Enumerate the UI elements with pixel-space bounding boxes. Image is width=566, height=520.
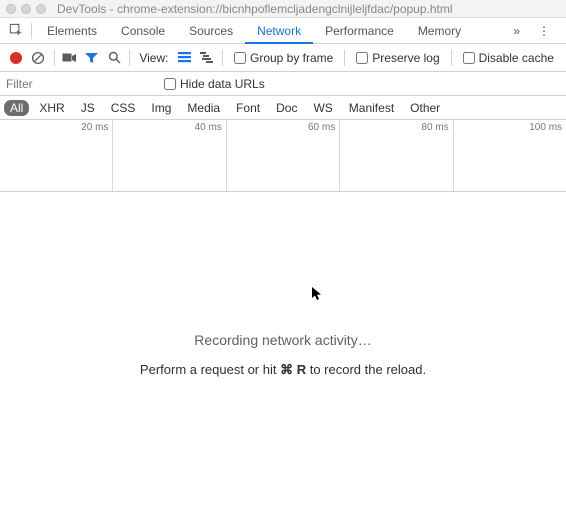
filter-input[interactable] — [2, 75, 152, 93]
window-title: DevTools - chrome-extension://bicnhpofle… — [57, 2, 453, 16]
tab-memory[interactable]: Memory — [406, 18, 473, 44]
group-by-frame-label: Group by frame — [250, 51, 333, 65]
preserve-log-label: Preserve log — [372, 51, 439, 65]
overflow-icon[interactable]: » — [509, 24, 524, 38]
empty-headline: Recording network activity… — [194, 332, 371, 348]
kebab-menu-icon[interactable]: ⋮ — [534, 24, 554, 38]
tab-console[interactable]: Console — [109, 18, 177, 44]
tab-elements[interactable]: Elements — [35, 18, 109, 44]
tab-performance[interactable]: Performance — [313, 18, 406, 44]
timeline-tick: 60 ms — [308, 122, 335, 133]
group-by-frame-checkbox[interactable]: Group by frame — [234, 51, 333, 65]
hide-data-urls-checkbox[interactable]: Hide data URLs — [164, 77, 265, 91]
type-all[interactable]: All — [4, 100, 29, 116]
camera-icon[interactable] — [60, 52, 80, 64]
timeline-tick: 20 ms — [81, 122, 108, 133]
waterfall-icon[interactable] — [197, 52, 217, 63]
group-by-frame-input[interactable] — [234, 52, 246, 64]
separator — [129, 50, 130, 66]
filter-icon[interactable] — [82, 52, 102, 64]
resource-type-bar: All XHR JS CSS Img Media Font Doc WS Man… — [0, 96, 566, 120]
separator — [31, 23, 32, 39]
panel-tabs: Elements Console Sources Network Perform… — [0, 18, 566, 44]
empty-subtext: Perform a request or hit ⌘ R to record t… — [140, 362, 426, 378]
type-ws[interactable]: WS — [307, 100, 338, 116]
inspect-element-icon[interactable] — [4, 19, 28, 43]
hide-data-urls-input[interactable] — [164, 78, 176, 90]
timeline-tick: 80 ms — [421, 122, 448, 133]
disable-cache-checkbox[interactable]: Disable cache — [463, 51, 554, 65]
record-button[interactable] — [6, 52, 26, 64]
type-xhr[interactable]: XHR — [33, 100, 70, 116]
search-icon[interactable] — [104, 51, 124, 64]
clear-icon[interactable] — [28, 51, 48, 65]
type-media[interactable]: Media — [181, 100, 226, 116]
separator — [451, 50, 452, 66]
separator — [54, 50, 55, 66]
timeline-tick: 100 ms — [529, 122, 562, 133]
type-img[interactable]: Img — [145, 100, 177, 116]
type-doc[interactable]: Doc — [270, 100, 303, 116]
tab-sources[interactable]: Sources — [177, 18, 245, 44]
separator — [222, 50, 223, 66]
type-font[interactable]: Font — [230, 100, 266, 116]
timeline-overview[interactable]: 20 ms 40 ms 60 ms 80 ms 100 ms — [0, 120, 566, 192]
type-manifest[interactable]: Manifest — [343, 100, 400, 116]
empty-state: Recording network activity… Perform a re… — [0, 192, 566, 378]
tab-network[interactable]: Network — [245, 18, 313, 44]
type-css[interactable]: CSS — [105, 100, 142, 116]
preserve-log-input[interactable] — [356, 52, 368, 64]
traffic-close[interactable] — [6, 4, 16, 14]
disable-cache-label: Disable cache — [479, 51, 554, 65]
traffic-zoom[interactable] — [36, 4, 46, 14]
type-other[interactable]: Other — [404, 100, 446, 116]
filter-bar: Hide data URLs — [0, 72, 566, 96]
large-rows-icon[interactable] — [174, 52, 194, 63]
type-js[interactable]: JS — [75, 100, 101, 116]
network-toolbar: View: Group by frame Preserve log Disabl… — [0, 44, 566, 72]
disable-cache-input[interactable] — [463, 52, 475, 64]
preserve-log-checkbox[interactable]: Preserve log — [356, 51, 439, 65]
traffic-minimize[interactable] — [21, 4, 31, 14]
timeline-tick: 40 ms — [195, 122, 222, 133]
window-titlebar: DevTools - chrome-extension://bicnhpofle… — [0, 0, 566, 18]
view-label: View: — [139, 51, 168, 65]
hide-data-urls-label: Hide data URLs — [180, 77, 265, 91]
separator — [344, 50, 345, 66]
